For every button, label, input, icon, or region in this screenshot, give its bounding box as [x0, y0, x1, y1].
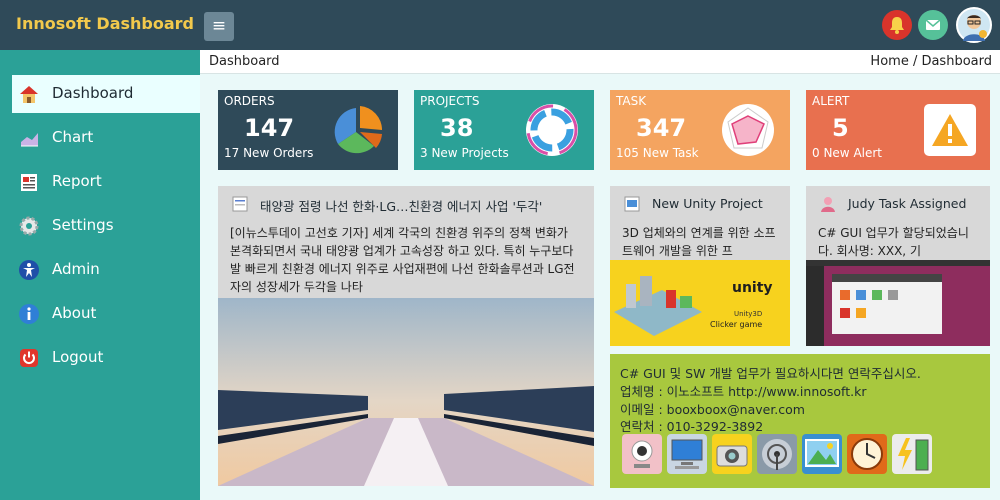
sidebar: Dashboard Chart Report Settings Admin Ab… [0, 50, 200, 500]
desktop-screenshot-image [806, 260, 990, 346]
sidebar-item-admin[interactable]: Admin [12, 251, 200, 289]
stat-sub: 3 New Projects [420, 146, 509, 160]
info-icon [18, 303, 40, 325]
news-title[interactable]: 태양광 점령 나선 한화·LG…친환경 에너지 사업 '두각' [260, 196, 542, 215]
unity-clicker-image: unity Unity3D Clicker game [610, 260, 790, 346]
sidebar-item-report[interactable]: Report [12, 163, 200, 201]
person-icon [820, 196, 836, 212]
donut-chart-icon [524, 102, 580, 158]
judy-body: C# GUI 업무가 할당되었습니다. 회사명: XXX, 기 [818, 226, 969, 258]
unity-body: 3D 업체와의 연계를 위한 소프트웨어 개발을 위한 프 [622, 226, 776, 258]
stat-card-projects[interactable]: PROJECTS 38 3 New Projects [414, 90, 594, 170]
stat-value: 38 [440, 114, 474, 142]
stat-card-task[interactable]: TASK 347 105 New Task [610, 90, 790, 170]
news-body: [이뉴스투데이 고선호 기자] 세계 각국의 친환경 위주의 정책 변화가 본격… [230, 226, 575, 294]
stat-sub: 0 New Alert [812, 146, 883, 160]
gear-icon [18, 215, 40, 237]
judy-title[interactable]: Judy Task Assigned [848, 196, 966, 211]
stat-label: PROJECTS [420, 94, 480, 108]
clock-icon[interactable] [847, 434, 887, 474]
sidebar-item-label: About [52, 304, 97, 322]
power-icon [18, 347, 40, 369]
battery-charging-icon[interactable] [892, 434, 932, 474]
document-icon [624, 196, 640, 212]
contact-company[interactable]: 업체명 : 이노소프트 http://www.innosoft.kr [620, 381, 866, 400]
stat-value: 5 [832, 114, 849, 142]
unity-title[interactable]: New Unity Project [652, 196, 763, 211]
sidebar-item-about[interactable]: About [12, 295, 200, 333]
chart-icon [18, 127, 40, 149]
stat-sub: 105 New Task [616, 146, 699, 160]
page-title: Dashboard [209, 54, 280, 69]
camera-icon[interactable] [712, 434, 752, 474]
sidebar-item-chart[interactable]: Chart [12, 119, 200, 157]
wireless-icon[interactable] [757, 434, 797, 474]
judy-task-panel[interactable]: Judy Task Assigned C# GUI 업무가 할당되었습니다. 회… [806, 186, 990, 346]
breadcrumb-bar: Dashboard Home / Dashboard [200, 50, 1000, 74]
breadcrumb[interactable]: Home / Dashboard [870, 54, 992, 69]
home-icon [18, 83, 40, 105]
stat-card-alert[interactable]: ALERT 5 0 New Alert [806, 90, 990, 170]
report-icon [18, 171, 40, 193]
webcam-icon[interactable] [622, 434, 662, 474]
stat-value: 347 [636, 114, 687, 142]
solar-panel-image [218, 298, 594, 486]
warning-icon [922, 102, 978, 158]
sidebar-item-label: Report [52, 172, 102, 190]
unity-logo-text: unity [732, 280, 773, 296]
menu-toggle-button[interactable]: ≡ [204, 12, 234, 41]
radar-chart-icon [720, 102, 776, 158]
top-bar: Innosoft Dashboard ≡ [0, 0, 1000, 50]
contact-phone: 연락처 : 010-3292-3892 [620, 419, 764, 434]
sidebar-item-label: Chart [52, 128, 94, 146]
sidebar-item-label: Logout [52, 348, 104, 366]
sidebar-item-label: Admin [52, 260, 100, 278]
mail-icon[interactable] [918, 10, 948, 40]
picture-icon[interactable] [802, 434, 842, 474]
sidebar-item-label: Settings [52, 216, 114, 234]
user-avatar[interactable] [956, 7, 992, 43]
stat-label: TASK [616, 94, 647, 108]
unity-project-panel[interactable]: New Unity Project 3D 업체와의 연계를 위한 소프트웨어 개… [610, 186, 790, 346]
stat-label: ORDERS [224, 94, 275, 108]
sidebar-item-logout[interactable]: Logout [12, 339, 200, 377]
contact-line: C# GUI 및 SW 개발 업무가 필요하시다면 연락주십시오. [620, 366, 921, 381]
admin-icon [18, 259, 40, 281]
contact-panel: C# GUI 및 SW 개발 업무가 필요하시다면 연락주십시오. 업체명 : … [610, 354, 990, 488]
unity-caption: Clicker game [710, 320, 763, 329]
stat-value: 147 [244, 114, 295, 142]
brand-title: Innosoft Dashboard [16, 14, 194, 33]
stat-label: ALERT [812, 94, 850, 108]
pie-chart-icon [330, 102, 386, 158]
computer-icon[interactable] [667, 434, 707, 474]
stat-card-orders[interactable]: ORDERS 147 17 New Orders [218, 90, 398, 170]
news-panel[interactable]: 태양광 점령 나선 한화·LG…친환경 에너지 사업 '두각' [이뉴스투데이 … [218, 186, 594, 486]
document-icon [232, 196, 248, 212]
notification-bell-icon[interactable] [882, 10, 912, 40]
sidebar-item-label: Dashboard [52, 84, 134, 102]
sidebar-item-dashboard[interactable]: Dashboard [12, 75, 200, 113]
stat-sub: 17 New Orders [224, 146, 314, 160]
unity-caption: Unity3D [734, 310, 763, 318]
sidebar-item-settings[interactable]: Settings [12, 207, 200, 245]
